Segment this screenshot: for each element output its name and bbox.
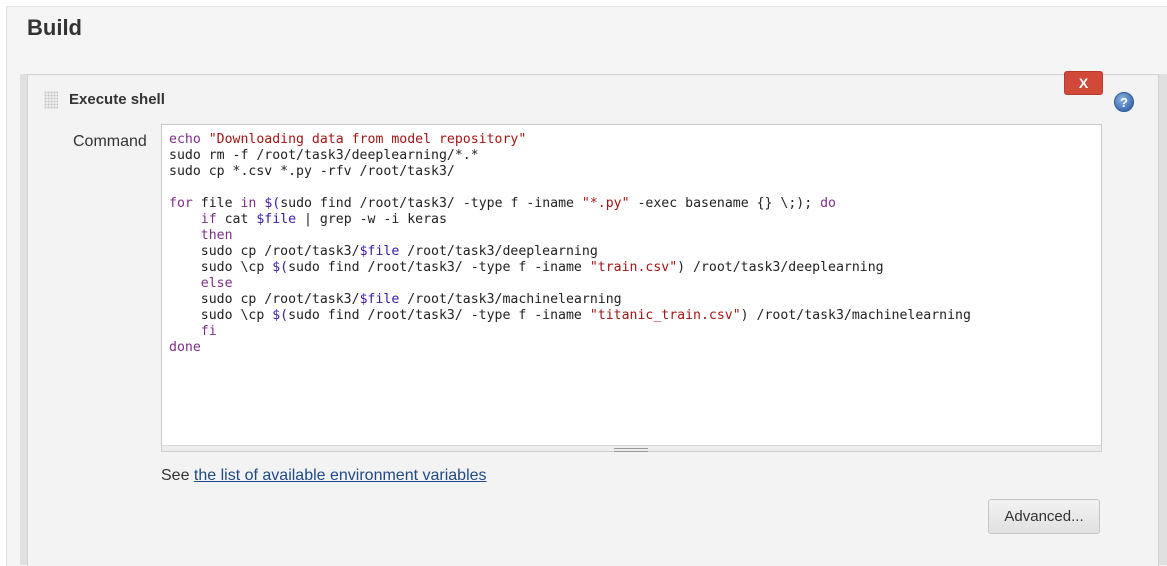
- advanced-button[interactable]: Advanced...: [988, 499, 1100, 534]
- code-line: then: [200, 228, 233, 243]
- command-code: echo "Downloading data from model reposi…: [169, 132, 971, 356]
- resize-grip-icon[interactable]: [614, 448, 648, 452]
- code-line: sudo cp /root/task3/$file /root/task3/ma…: [169, 292, 622, 307]
- help-icon[interactable]: ?: [1114, 92, 1134, 112]
- code-line: sudo cp /root/task3/$file /root/task3/de…: [169, 244, 598, 259]
- env-help-prefix: See: [161, 467, 190, 484]
- code-line: sudo rm -f /root/task3/deeplearning/*.*: [169, 148, 479, 163]
- code-line: sudo \cp $(sudo find /root/task3/ -type …: [169, 260, 884, 275]
- code-line: fi: [200, 324, 217, 339]
- code-line: else: [200, 276, 233, 291]
- command-textarea[interactable]: echo "Downloading data from model reposi…: [161, 124, 1102, 451]
- code-line: for file in $(sudo find /root/task3/ -ty…: [169, 196, 836, 211]
- code-line: done: [169, 340, 201, 355]
- section-title: Build: [27, 15, 82, 40]
- code-line: sudo cp *.csv *.py -rfv /root/task3/: [169, 164, 455, 179]
- code-line: sudo \cp $(sudo find /root/task3/ -type …: [169, 308, 971, 323]
- code-line: echo "Downloading data from model reposi…: [169, 132, 527, 147]
- drag-handle-icon[interactable]: [44, 91, 58, 109]
- code-line: if cat $file | grep -w -i keras: [200, 212, 447, 227]
- env-variables-link[interactable]: the list of available environment variab…: [194, 467, 487, 484]
- delete-step-button[interactable]: X: [1064, 71, 1103, 95]
- command-label: Command: [73, 133, 147, 150]
- step-title: Execute shell: [69, 91, 165, 108]
- env-help-text: See the list of available environment va…: [161, 467, 487, 485]
